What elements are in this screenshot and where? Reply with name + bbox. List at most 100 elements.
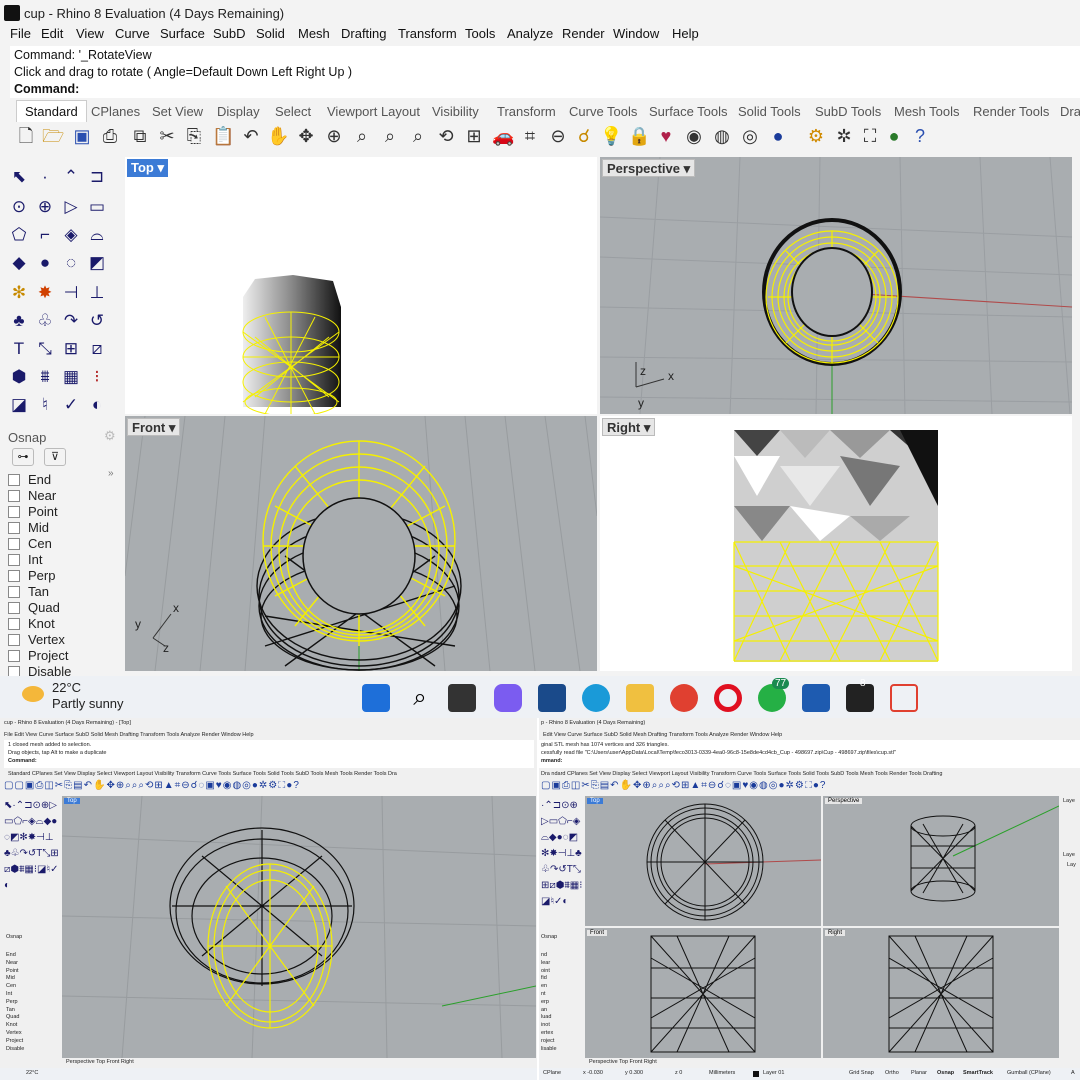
undo-view-icon[interactable]: ⟲ [436,125,456,147]
loft-icon[interactable]: ⌓ [86,224,108,246]
polygon-icon[interactable]: ⬠ [8,224,30,246]
tab-curve-tools[interactable]: Curve Tools [569,104,637,119]
gear-tool-icon[interactable]: ✻ [8,282,30,304]
menu-curve[interactable]: Curve [115,26,150,41]
mesh-box-icon[interactable]: ⬢ [8,366,30,388]
menu-render[interactable]: Render [562,26,605,41]
mirror-icon[interactable]: ↺ [86,310,108,332]
menu-surface[interactable]: Surface [160,26,205,41]
menu-transform[interactable]: Transform [398,26,457,41]
four-viewports-icon[interactable]: ⊞ [464,125,484,147]
menu-analyze[interactable]: Analyze [507,26,553,41]
sphere-icon[interactable]: ● [34,252,56,274]
osnap-cen[interactable]: Cen [8,536,52,552]
tab-select[interactable]: Select [275,104,311,119]
point-icon[interactable]: · [34,166,56,188]
array-icon[interactable]: ⁝ [86,366,108,388]
environment-icon[interactable]: ◎ [740,125,760,147]
viewport-top[interactable]: Top ▾ [125,157,597,414]
tab-surface-tools[interactable]: Surface Tools [649,104,728,119]
osnap-mid[interactable]: Mid [8,520,49,536]
select-arrow-icon[interactable]: ⬉ [8,166,30,188]
tab-subd-tools[interactable]: SubD Tools [815,104,881,119]
layout-icon[interactable]: ⛶ [860,125,880,147]
status-cplane[interactable]: CPlane [543,1070,561,1076]
osnap-perp[interactable]: Perp [8,568,55,584]
cylinder-icon[interactable]: ◌ [60,252,82,274]
undo-icon[interactable]: ↶ [241,125,261,147]
rectangle-icon[interactable]: ▭ [86,196,108,218]
zoom-icon[interactable]: ⊕ [324,125,344,147]
polyline-icon[interactable]: ⌃ [60,166,82,188]
zoom-window-icon[interactable]: ⌕ [352,125,372,147]
osnap-toggle-icon[interactable]: ⊶ [12,448,34,466]
group-icon[interactable]: ♣ [8,310,30,332]
menu-file[interactable]: File [10,26,31,41]
status-osnap[interactable]: Osnap [937,1070,954,1076]
mini-top-viewport[interactable]: Top [61,795,537,1059]
opera-icon[interactable] [714,684,742,712]
menu-subd[interactable]: SubD [213,26,246,41]
tab-solid-tools[interactable]: Solid Tools [738,104,801,119]
filter-icon[interactable]: ⊽ [44,448,66,466]
search-icon[interactable]: ⌕ [406,684,434,712]
menu-drafting[interactable]: Drafting [341,26,387,41]
viewport-front-label[interactable]: Front ▾ [127,418,181,436]
save-icon[interactable]: ▣ [72,125,92,147]
widgets-icon[interactable] [538,684,566,712]
menu-mesh[interactable]: Mesh [298,26,330,41]
render-sphere-icon[interactable]: ◍ [712,125,732,147]
analyze-icon[interactable]: ◪ [8,394,30,416]
copy-icon[interactable]: ⎘ [184,125,204,147]
block-icon[interactable]: ⊞ [60,338,82,360]
osnap-quad[interactable]: Quad [8,600,60,616]
check-icon[interactable]: ✓ [60,394,82,416]
weather-icon[interactable] [22,686,44,702]
status-planar[interactable]: Planar [911,1070,927,1076]
select-icon[interactable]: ☌ [574,125,594,147]
osnap-disable[interactable]: Disable [8,664,71,676]
status-ortho[interactable]: Ortho [885,1070,899,1076]
tab-cplanes[interactable]: CPlanes [91,104,140,119]
chrome-icon[interactable] [670,684,698,712]
box-icon[interactable]: ◆ [8,252,30,274]
osnap-knot[interactable]: Knot [8,616,55,632]
tab-viewport-layout[interactable]: Viewport Layout [327,104,420,119]
start-icon[interactable] [362,684,390,712]
arc-icon[interactable]: ▷ [60,196,82,218]
menu-help[interactable]: Help [672,26,699,41]
tab-transform[interactable]: Transform [497,104,556,119]
menu-view[interactable]: View [76,26,104,41]
curve-icon[interactable]: ⊐ [86,166,108,188]
shade-icon[interactable]: ◐ [86,394,108,416]
mini-vp-front-label[interactable]: Front [587,930,608,936]
menu-tools[interactable]: Tools [465,26,495,41]
mini-vp-right[interactable]: Right [823,928,1059,1058]
task-view-icon[interactable] [448,684,476,712]
rotate-icon[interactable]: ↷ [60,310,82,332]
color-wheel-icon[interactable]: ◉ [684,125,704,147]
fillet-icon[interactable]: ⌐ [34,224,56,246]
paste-icon[interactable]: 📋 [212,125,234,147]
ungroup-icon[interactable]: ♧ [34,310,56,332]
explode-icon[interactable]: ✸ [34,282,56,304]
mini-vp-top-label[interactable]: Top [587,798,603,804]
word-icon[interactable] [802,684,830,712]
car-icon[interactable]: 🚗 [492,125,514,147]
viewport-perspective[interactable]: z x y Perspective ▾ [600,157,1072,414]
expand-icon[interactable]: » [108,468,114,479]
settings-icon[interactable]: ⚙ [104,428,116,444]
gear-icon[interactable]: ✲ [834,125,854,147]
file-explorer-icon[interactable] [626,684,654,712]
osnap-near[interactable]: Near [8,488,56,504]
globe-icon[interactable]: ● [884,125,904,147]
cplane-icon[interactable]: ⌗ [520,125,540,147]
light-icon[interactable]: 💡 [600,125,622,147]
new-file-icon[interactable]: 🗋 [16,125,36,147]
mini-vp-top[interactable]: Top [585,796,822,926]
viewport-perspective-label[interactable]: Perspective ▾ [602,159,696,177]
tools-icon[interactable]: ⚙ [806,125,826,147]
viewport-right-label[interactable]: Right ▾ [602,418,656,436]
properties-icon[interactable]: ⧉ [130,125,150,147]
surface-icon[interactable]: ◈ [60,224,82,246]
